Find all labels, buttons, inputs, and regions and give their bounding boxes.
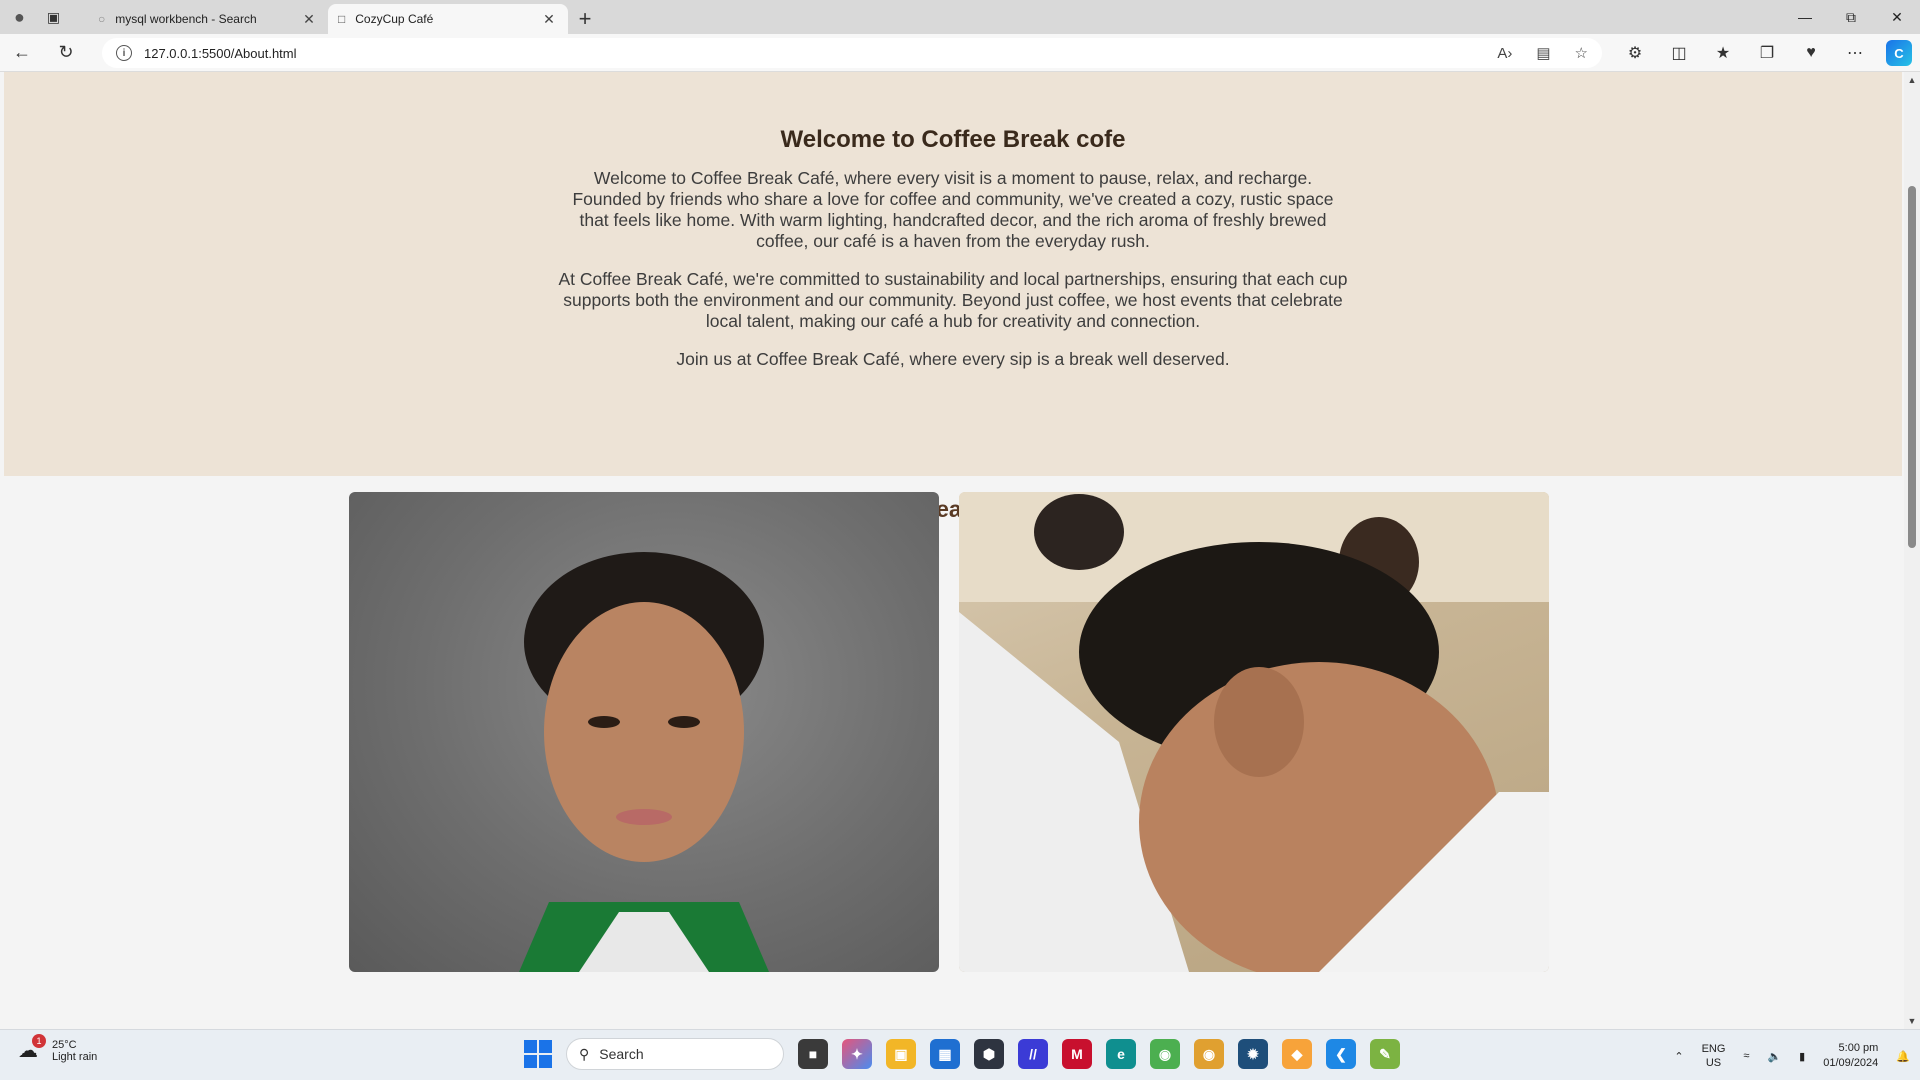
about-paragraph-2: At Coffee Break Café, we're committed to…	[558, 269, 1348, 331]
windows-start-icon[interactable]	[524, 1040, 552, 1068]
taskbar-apps: ⚲ Search ■ ✦ ▣ ▦ ⬢ // M e ◉ ◉ ✹ ◆ ❮ ✎	[524, 1038, 1400, 1070]
windows-taskbar: ☁ 1 25°C Light rain ⚲ Search ■ ✦ ▣ ▦ ⬢ //…	[0, 1029, 1920, 1080]
notepad-icon[interactable]: ✎	[1370, 1039, 1400, 1069]
vscode-icon[interactable]: ❮	[1326, 1039, 1356, 1069]
about-paragraph-1: Welcome to Coffee Break Café, where ever…	[572, 168, 1334, 251]
more-menu-icon[interactable]: ⋯	[1842, 43, 1868, 63]
language-indicator[interactable]: ENG US	[1702, 1042, 1726, 1070]
weather-widget[interactable]: ☁ 1 25°C Light rain	[18, 1034, 98, 1064]
notification-badge: 1	[32, 1034, 46, 1048]
immersive-reader-icon[interactable]: ▤	[1536, 44, 1550, 62]
url-text[interactable]: 127.0.0.1:5500/About.html	[144, 46, 297, 61]
chevron-up-icon[interactable]: ⌃	[1674, 1050, 1683, 1063]
copilot-app-icon[interactable]: ✦	[842, 1039, 872, 1069]
edge-browser-icon[interactable]: e	[1106, 1039, 1136, 1069]
mcafee-icon[interactable]: M	[1062, 1039, 1092, 1069]
refresh-button[interactable]: ↻	[44, 37, 88, 69]
battery-icon[interactable]: ▮	[1799, 1050, 1805, 1063]
close-icon[interactable]: ✕	[300, 11, 318, 28]
favorites-icon[interactable]: ★	[1710, 43, 1736, 63]
about-paragraph-3: Join us at Coffee Break Café, where ever…	[676, 349, 1230, 369]
read-aloud-icon[interactable]: A›	[1497, 45, 1512, 62]
tab-search[interactable]: ○ mysql workbench - Search ✕	[88, 4, 328, 34]
page-title: Welcome to Coffee Break cofe	[780, 126, 1126, 153]
weather-temp: 25°C	[52, 1039, 77, 1051]
collections-icon[interactable]: ❐	[1754, 43, 1780, 63]
search-icon: ⚲	[579, 1045, 590, 1062]
clock-time: 5:00 pm	[1838, 1042, 1879, 1054]
search-icon: ○	[98, 12, 106, 26]
restore-button[interactable]: ⧉	[1828, 0, 1874, 34]
team-member-photo	[959, 492, 1549, 972]
scroll-down-icon[interactable]: ▼	[1904, 1013, 1920, 1029]
browser-essentials-icon[interactable]: ♥	[1798, 44, 1824, 62]
taskbar-search-label: Search	[599, 1046, 644, 1062]
app-purple-icon[interactable]: //	[1018, 1039, 1048, 1069]
minimize-button[interactable]: —	[1782, 0, 1828, 34]
app-diamond-icon[interactable]: ◆	[1282, 1039, 1312, 1069]
tab-title: CozyCup Café	[355, 12, 434, 26]
system-tray: ⌃ ENG US ≈ 🔈 ▮ 5:00 pm 01/09/2024 🔔	[1674, 1036, 1910, 1076]
tab-actions-icon[interactable]: ▣	[47, 9, 60, 26]
volume-icon[interactable]: 🔈	[1767, 1050, 1781, 1063]
address-bar[interactable]: i 127.0.0.1:5500/About.html A› ▤ ☆	[102, 38, 1602, 68]
extensions-icon[interactable]: ⚙	[1622, 43, 1648, 63]
chrome-profile-icon[interactable]: ◉	[1194, 1039, 1224, 1069]
tab-cozycup[interactable]: □ CozyCup Café ✕	[328, 4, 568, 34]
tab-title: mysql workbench - Search	[115, 12, 257, 26]
app-dark-icon[interactable]: ⬢	[974, 1039, 1004, 1069]
notification-bell-icon[interactable]: 🔔	[1896, 1050, 1910, 1063]
chrome-icon[interactable]: ◉	[1150, 1039, 1180, 1069]
window-close-button[interactable]: ✕	[1874, 0, 1920, 34]
wifi-icon[interactable]: ≈	[1743, 1050, 1749, 1062]
task-view-icon[interactable]: ■	[798, 1039, 828, 1069]
tabbar-lead: ● ▣	[0, 0, 88, 34]
toolbar-right: ⚙ ◫ ★ ❐ ♥ ⋯ C	[1622, 34, 1912, 72]
browser-tabbar: ● ▣ ○ mysql workbench - Search ✕ □ CozyC…	[0, 0, 1920, 34]
scroll-up-icon[interactable]: ▲	[1904, 72, 1920, 88]
team-cards	[349, 492, 1549, 972]
weather-condition: Light rain	[52, 1051, 98, 1063]
address-bar-icons: A› ▤ ☆	[1497, 38, 1588, 68]
page-icon: □	[338, 12, 346, 26]
close-icon[interactable]: ✕	[540, 11, 558, 28]
lang-line1: ENG	[1701, 1043, 1726, 1055]
clock[interactable]: 5:00 pm 01/09/2024	[1823, 1041, 1878, 1071]
profile-icon[interactable]: ●	[14, 7, 25, 28]
taskbar-search[interactable]: ⚲ Search	[566, 1038, 784, 1070]
page-scrollbar[interactable]: ▲ ▼	[1904, 72, 1920, 1029]
lang-line2: US	[1705, 1057, 1722, 1069]
clock-date: 01/09/2024	[1823, 1057, 1879, 1069]
scroll-thumb[interactable]	[1908, 186, 1916, 548]
team-member-photo	[349, 492, 939, 972]
back-button[interactable]: ←	[0, 37, 44, 69]
about-hero: Welcome to Coffee Break cofe Welcome to …	[4, 72, 1902, 476]
file-explorer-icon[interactable]: ▣	[886, 1039, 916, 1069]
portrait-photo	[519, 552, 769, 972]
rain-cloud-icon: ☁ 1	[18, 1034, 46, 1064]
new-tab-button[interactable]: +	[568, 4, 602, 34]
split-screen-icon[interactable]: ◫	[1666, 43, 1692, 63]
copilot-icon[interactable]: C	[1886, 40, 1912, 66]
browser-toolbar: ← ↻ i 127.0.0.1:5500/About.html A› ▤ ☆ ⚙…	[0, 34, 1920, 72]
mysql-workbench-icon[interactable]: ✹	[1238, 1039, 1268, 1069]
microsoft-store-icon[interactable]: ▦	[930, 1039, 960, 1069]
window-controls: — ⧉ ✕	[1782, 0, 1920, 34]
info-icon[interactable]: i	[116, 45, 132, 61]
sleeping-photo	[959, 492, 1549, 972]
favorite-star-icon[interactable]: ☆	[1575, 44, 1588, 62]
